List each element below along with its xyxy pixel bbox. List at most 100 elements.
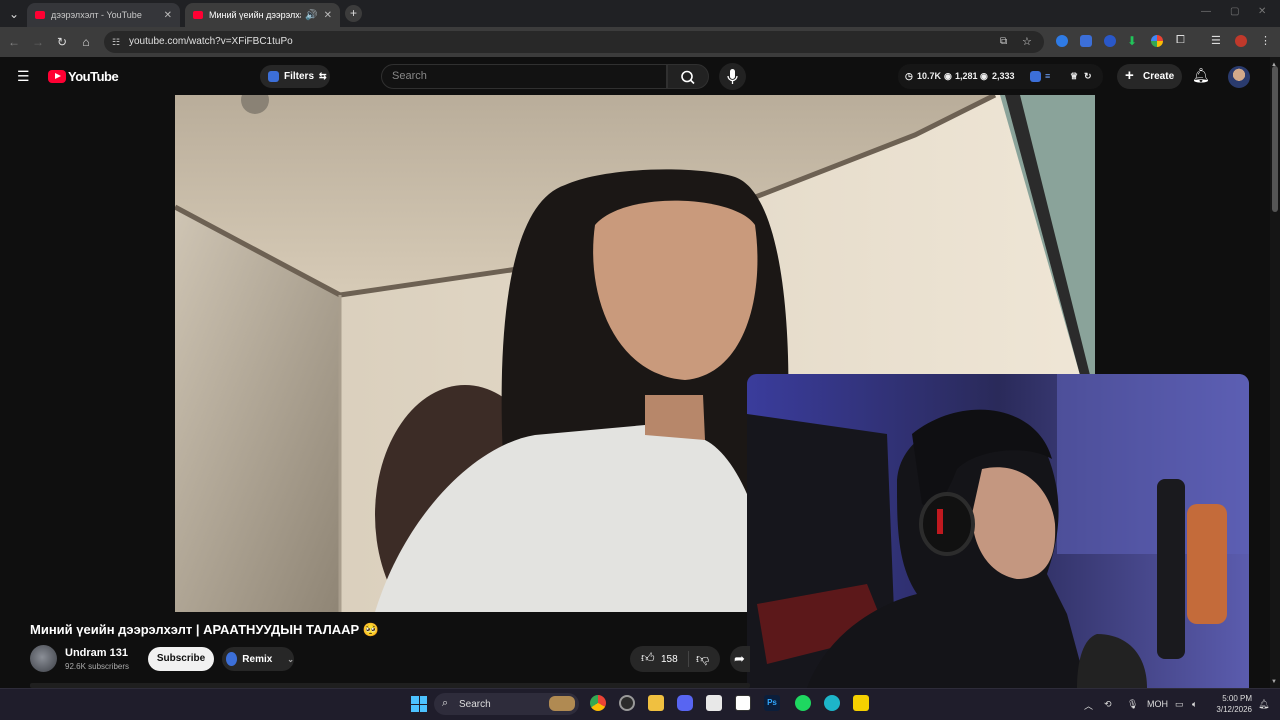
dislike-thumb-icon[interactable]: 👎︎ [696,651,709,667]
youtube-logo-icon[interactable] [48,70,66,83]
tray-chevron-icon[interactable]: ︿ [1084,699,1093,712]
trophy-icon[interactable]: ♕ [1070,71,1078,82]
stats-bar: ◷ 10.7K ◉ 1,281 ◉ 2,333 ≡ ♕ ↻ [898,64,1103,89]
chrome-menu-icon[interactable]: ⋮ [1260,34,1271,47]
scroll-down-icon[interactable]: ▼ [1271,679,1277,685]
video-title: Миний үеийн дээрэлхэлт | АРААТНУУДЫН ТАЛ… [30,622,379,637]
clock-time[interactable]: 5:00 PM [1220,694,1252,703]
new-tab-button[interactable]: + [345,5,362,22]
bookmark-star-icon[interactable]: ☆ [1022,35,1032,48]
url-text[interactable]: youtube.com/watch?v=XFiFBC1tuPo [129,36,293,47]
search-icon [681,70,695,85]
voice-search-button[interactable] [719,63,746,90]
remix-label: Remix [242,653,273,665]
obs-taskbar-icon[interactable] [619,695,635,711]
webcam-frame [747,374,1249,688]
picture-in-picture-video[interactable] [747,374,1249,688]
maximize-icon[interactable]: ▢ [1230,6,1239,17]
channel-name[interactable]: Undram 131 [65,647,128,659]
create-label: Create [1143,71,1175,82]
tab-title: дээрэлхэлт - YouTube [51,10,142,20]
scroll-up-icon[interactable]: ▲ [1271,62,1277,68]
youtube-favicon-icon [193,11,203,19]
clock-date[interactable]: 3/12/2026 [1212,705,1252,714]
notifications-bell-icon[interactable]: 🔔︎ [1192,67,1210,84]
chrome-taskbar-icon[interactable] [590,695,606,711]
search-button[interactable] [667,64,709,89]
notification-center-icon[interactable]: 🔔︎ [1258,699,1269,710]
reload-icon[interactable]: ↻ [54,34,70,50]
youtube-wordmark[interactable]: YouTube [68,69,119,84]
plus-icon: + [1125,67,1134,84]
close-window-icon[interactable]: ✕ [1258,6,1266,17]
reading-list-icon[interactable]: ☰ [1211,34,1221,47]
spotify-icon[interactable] [795,695,811,711]
capcut-icon[interactable] [706,695,722,711]
channel-avatar[interactable] [30,645,57,672]
extension-badge-icon[interactable] [1030,71,1041,82]
comments-count: 2,333 [992,71,1015,81]
chevron-down-icon[interactable]: ⌄ [287,655,294,664]
youtube-favicon-icon [35,11,45,19]
back-icon[interactable]: ← [6,34,22,50]
extensions-puzzle-icon[interactable]: ⧠ [1176,34,1185,47]
remix-button[interactable]: Remix ⌄ [222,647,294,671]
tab-search-icon[interactable]: ⌄ [6,6,22,22]
extension-icon-3[interactable] [1104,35,1116,47]
filter-sliders-icon: ⇆ [319,71,327,81]
eye-icon: ◉ [980,71,988,81]
like-thumb-icon[interactable]: 👍︎ [641,650,655,666]
input-language[interactable]: MOH [1147,699,1168,709]
extension-icon-1[interactable] [1056,35,1068,47]
share-arrow-icon: ➦ [734,651,745,666]
views-count: 10.7K [917,71,942,81]
subscriber-count: 92.6K subscribers [65,662,130,671]
network-icon[interactable]: ▭ [1175,699,1184,710]
audio-icon[interactable]: 🔊 [305,10,317,21]
list-icon[interactable]: ≡ [1045,71,1050,81]
eye-icon: ◉ [944,71,952,81]
tray-app-icon[interactable]: ⟲ [1104,699,1112,710]
minimize-icon[interactable]: — [1201,6,1211,17]
notion-icon[interactable] [735,695,751,711]
google-extension-icon[interactable] [1151,35,1163,47]
sticky-notes-icon[interactable] [853,695,869,711]
taskbar-search[interactable]: ⌕ Search [434,693,579,715]
refresh-icon[interactable]: ↻ [1084,71,1092,82]
taskbar-search-label: Search [459,699,491,710]
install-app-icon[interactable]: ⧉ [1000,36,1007,47]
microphone-icon [727,69,738,84]
avatar[interactable] [1228,66,1250,88]
filters-button[interactable]: Filters ⇆ [260,65,330,88]
download-icon[interactable]: ⬇ [1127,34,1137,48]
tab-close-icon[interactable]: ✕ [164,10,172,21]
remix-icon [226,652,238,666]
discord-icon[interactable] [677,695,693,711]
browser-tab-2[interactable]: Миний үеийн дээрэлхэлт | 🔊 ✕ [185,3,340,27]
profile-icon[interactable] [1235,35,1247,47]
subscribe-button[interactable]: Subscribe [148,647,214,671]
likes-count: 1,281 [955,71,978,81]
clock-icon: ◷ [905,71,913,81]
extension-icon-2[interactable] [1080,35,1092,47]
home-icon[interactable]: ⌂ [78,34,94,50]
create-button[interactable]: + Create [1117,64,1182,89]
tab-close-icon[interactable]: ✕ [324,10,332,21]
filters-label: Filters [284,71,315,82]
hamburger-menu-icon[interactable]: ☰ [17,68,30,85]
like-count[interactable]: 158 [661,654,678,665]
photoshop-icon[interactable]: Ps [764,695,780,711]
site-info-icon[interactable]: ☷ [112,37,120,48]
scrollbar-thumb[interactable] [1272,66,1278,212]
canva-icon[interactable] [824,695,840,711]
search-highlight-icon [549,696,575,711]
like-dislike-group: 👍︎ 158 👎︎ [630,646,720,672]
file-explorer-icon[interactable] [648,695,664,711]
browser-tab-1[interactable]: дээрэлхэлт - YouTube ✕ [27,3,180,27]
tab-title: Миний үеийн дээрэлхэлт | [209,10,301,20]
forward-icon[interactable]: → [30,34,46,50]
share-button[interactable]: ➦ [730,646,750,672]
volume-icon[interactable]: 🔈︎ [1192,699,1197,710]
windows-start-icon[interactable] [411,696,427,712]
tray-mic-icon[interactable]: 🎙︎ [1127,699,1138,710]
